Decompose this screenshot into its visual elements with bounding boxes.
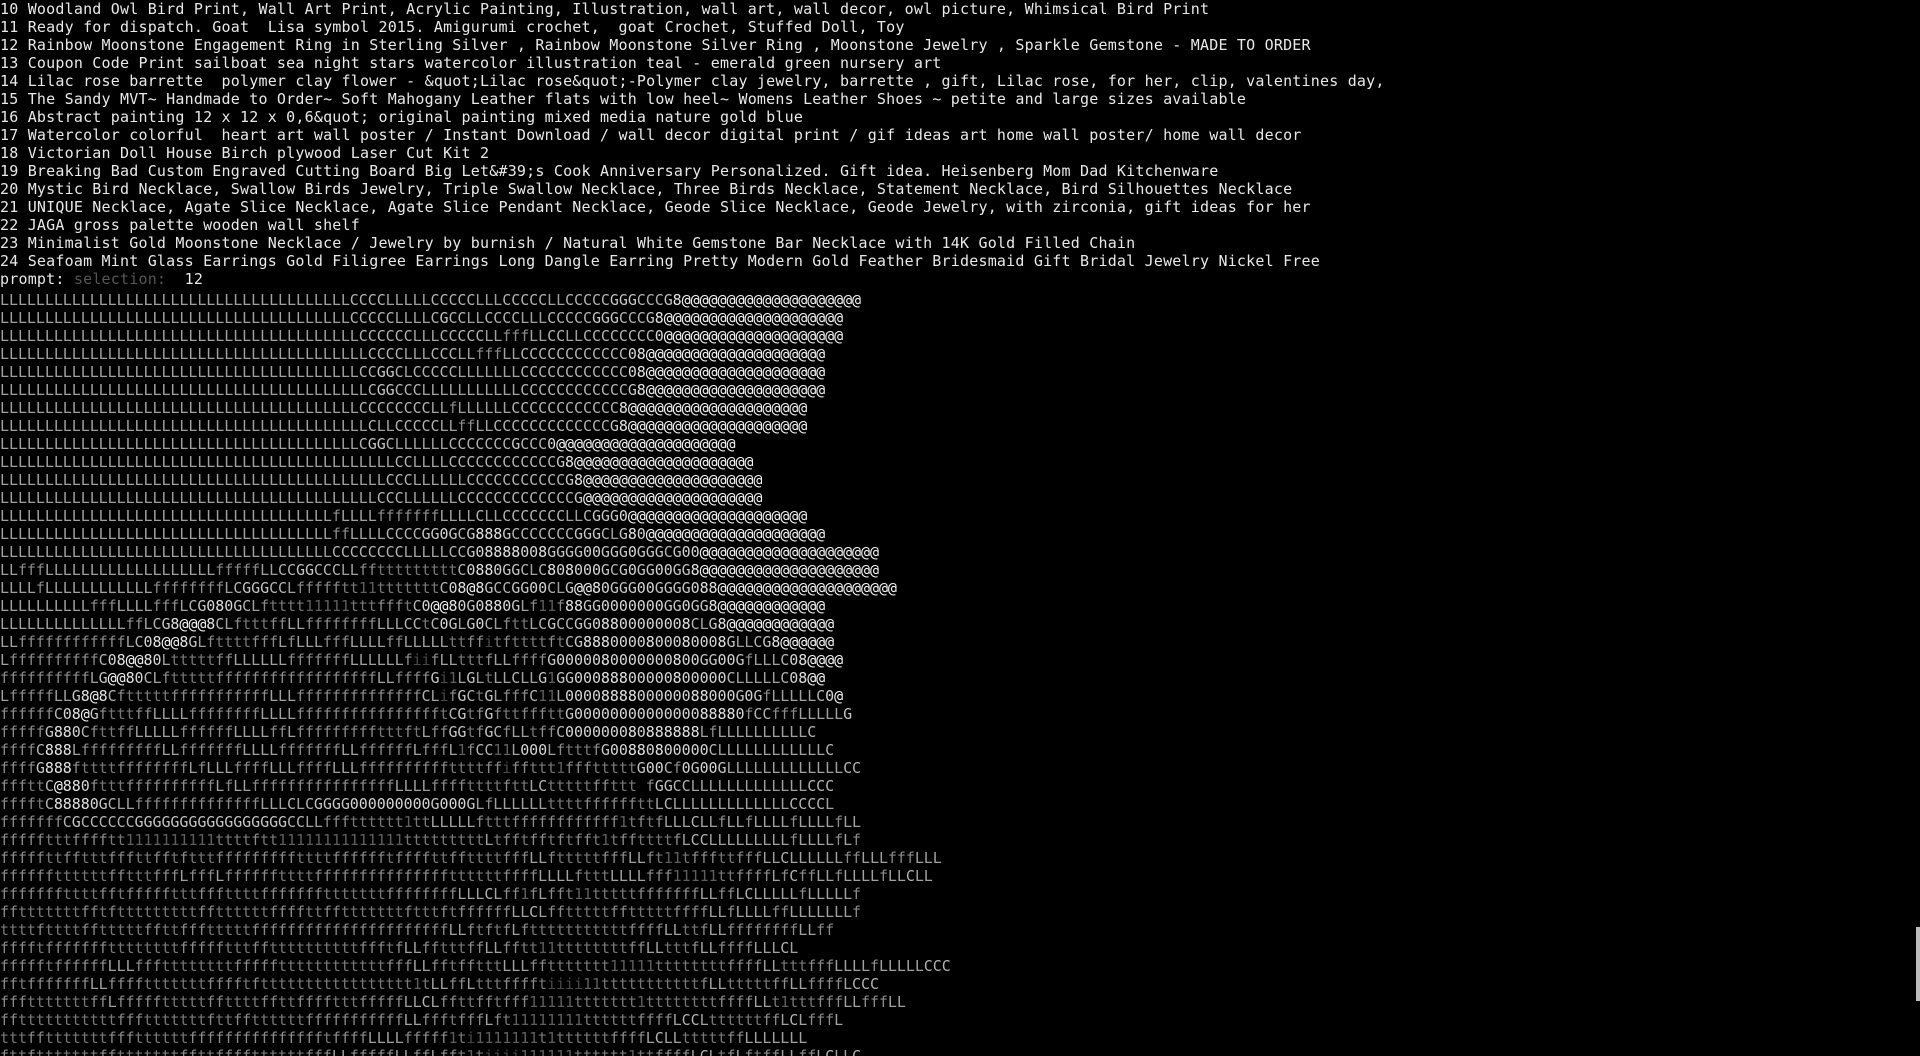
ascii-art-row: ffftttttttffLffffftttttffttttffttffffttt… bbox=[0, 993, 906, 1011]
result-line: 21 UNIQUE Necklace, Agate Slice Necklace… bbox=[0, 198, 1311, 216]
ascii-art-row: fffftfffffffttttttttffffftttfftttttttttt… bbox=[0, 939, 799, 957]
ascii-art-row: LLLLLLLLLLLLLLLLLLLLLLLLLLLLLLLLLLLLLCCC… bbox=[0, 543, 879, 561]
result-line: 15 The Sandy MVT~ Handmade to Order~ Sof… bbox=[0, 90, 1247, 108]
ascii-art-image: LLLLLLLLLLLLLLLLLLLLLLLLLLLLLLLLLLLLLLLC… bbox=[0, 291, 951, 1056]
ascii-art-row: fffffttfftttfffttfftftttfffffffffttttfff… bbox=[0, 849, 942, 867]
result-line: 12 Rainbow Moonstone Engagement Ring in … bbox=[0, 36, 1311, 54]
result-line: 18 Victorian Doll House Birch plywood La… bbox=[0, 144, 490, 162]
prompt-label: prompt: bbox=[0, 270, 65, 288]
ascii-art-row: fftttttttfftftttttttttffttttttffffttfftt… bbox=[0, 903, 861, 921]
ascii-art-row: fftfffffffLLfffftttttttfffftfttttttttttt… bbox=[0, 975, 879, 993]
ascii-art-row: LLLLLLLLLLLLLLLLLLLLLLLLLLLLLLLLLLLLLLLC… bbox=[0, 309, 844, 327]
ascii-art-row: LLLLLLLLLLLLLLLLLLLLLLLLLLLLLLLLLLLLLLLL… bbox=[0, 399, 808, 417]
ascii-art-row: LLffffffffffffLC08@@8GLfttttfffLfLLLfffL… bbox=[0, 633, 835, 651]
result-line: 14 Lilac rose barrette polymer clay flow… bbox=[0, 72, 1385, 90]
ascii-art-row: LLLLLLLLLLLLLLLLLLLLLLLLLLLLLLLLLLLLLLLL… bbox=[0, 327, 844, 345]
ascii-art-row: LLLLLLLLLLLLLLLLLLLLLLLLLLLLLLLLLLLLLLLL… bbox=[0, 417, 808, 435]
ascii-art-row: fftttttttttttffftttttttfttffttttttffffff… bbox=[0, 1011, 844, 1029]
ascii-art-row: LLLLLLLLLLLLLLLLLLLLLLLLLLLLLLLLLLLLLLLL… bbox=[0, 363, 826, 381]
ascii-art-row: LLLLLLLLLLLLLLLLLLLLLLLLLLLLLLLLLLLLLLLL… bbox=[0, 471, 763, 489]
ascii-art-row: tttfftttttttfffttttttffffffffffffffftfff… bbox=[0, 1029, 808, 1047]
ascii-art-row: LLLLLLLLLLLLLLLLLLLLLLLLLLLLLLLLLLLLLLLC… bbox=[0, 291, 861, 309]
result-line: 23 Minimalist Gold Moonstone Necklace / … bbox=[0, 234, 1136, 252]
ascii-art-row: ffffffttttttfftttfffLfffLffffffttttfffff… bbox=[0, 867, 933, 885]
result-line: 20 Mystic Bird Necklace, Swallow Birds J… bbox=[0, 180, 1293, 198]
ascii-art-row: LfffffLLG8@8CftttttfffffffffffLLLfffffff… bbox=[0, 687, 844, 705]
scrollbar-thumb[interactable] bbox=[1916, 927, 1920, 1001]
ascii-art-row: fffffffCGCCCCCCGGGGGGGGGGGGGGGGGCCLLffft… bbox=[0, 813, 861, 831]
result-line: 10 Woodland Owl Bird Print, Wall Art Pri… bbox=[0, 0, 1210, 18]
ascii-art-row: LLLLLLLLLLLLLLLLLLLLLLLLLLLLLLLLLLLLLfLL… bbox=[0, 507, 808, 525]
ascii-art-row: LLfffLLLLLLLLLLLLLLLLLLLfffffLLCCGGCCCLL… bbox=[0, 561, 879, 579]
ascii-art-row: fttftttttttfftttttttffttffffttttttfffLLf… bbox=[0, 1047, 861, 1056]
result-line: 16 Abstract painting 12 x 12 x 0,6&quot;… bbox=[0, 108, 804, 126]
result-line: 13 Coupon Code Print sailboat sea night … bbox=[0, 54, 942, 72]
ascii-art-row: ttttfttttfftttttffttffftttttffffffffffff… bbox=[0, 921, 835, 939]
ascii-art-row: LLLLLLLLLLLLLLLLLLLLLLLLLLLLLLLLLLLLLLLL… bbox=[0, 453, 754, 471]
ascii-art-row: LLLLLLLLLLLLLLffLCG8@@@8CLftttffLLffffff… bbox=[0, 615, 835, 633]
ascii-art-row: LLLLLLLLLLfffLLLLfffLCG080GCLftttt11111t… bbox=[0, 597, 826, 615]
ascii-art-row: ffffG888fttttffffffffLfLLLffffLLLffffLLL… bbox=[0, 759, 861, 777]
ascii-art-row: fffffffttttfftffffftttfffttttffffffftttt… bbox=[0, 885, 861, 903]
result-line: 19 Breaking Bad Custom Engraved Cutting … bbox=[0, 162, 1219, 180]
ascii-art-row: LLLLLLLLLLLLLLLLLLLLLLLLLLLLLLLLLLLLLLLL… bbox=[0, 435, 736, 453]
ascii-art-row: ffffffC08@GftttffLLLLffffffffLLLLfffffff… bbox=[0, 705, 853, 723]
ascii-art-row: fffffG880CfttffLLLLLffffffLLLLffLfffffff… bbox=[0, 723, 817, 741]
ascii-art-row: ffffftffffffLLLfffttttttttfffffttttttttt… bbox=[0, 957, 951, 975]
selection-input[interactable]: 12 bbox=[185, 270, 203, 288]
result-line: 22 JAGA gross palette wooden wall shelf bbox=[0, 216, 360, 234]
search-results-list: 10 Woodland Owl Bird Print, Wall Art Pri… bbox=[0, 0, 1920, 270]
ascii-art-row: fffttC@880ftttffffffffffLfLLffffffffffff… bbox=[0, 777, 835, 795]
ascii-art-row: LLLLLLLLLLLLLLLLLLLLLLLLLLLLLLLLLLLLLffL… bbox=[0, 525, 826, 543]
ascii-art-row: LffffffffffC08@@80LtttttffLLLLLLfffffffL… bbox=[0, 651, 844, 669]
result-line: 24 Seafoam Mint Glass Earrings Gold Fili… bbox=[0, 252, 1320, 270]
result-line: 17 Watercolor colorful heart art wall po… bbox=[0, 126, 1302, 144]
ascii-art-row: LLLLLLLLLLLLLLLLLLLLLLLLLLLLLLLLLLLLLLLL… bbox=[0, 381, 826, 399]
ascii-art-row: ffffC888LfffffffffLLfffffffLLLLfffffffLL… bbox=[0, 741, 835, 759]
ascii-art-row: ffffftttfffftt1111111111ttttftt111111111… bbox=[0, 831, 861, 849]
ascii-art-row: LLLLLLLLLLLLLLLLLLLLLLLLLLLLLLLLLLLLLLLL… bbox=[0, 345, 826, 363]
terminal-window[interactable]: 10 Woodland Owl Bird Print, Wall Art Pri… bbox=[0, 0, 1920, 1056]
selection-label: selection: bbox=[73, 270, 167, 288]
ascii-art-row: ffffffffffLG@@80CLftttttffffffffffffffff… bbox=[0, 669, 826, 687]
ascii-art-row: LLLLfLLLLLLLLLLLLffffffffLCGGGCCLffffftt… bbox=[0, 579, 897, 597]
prompt-line[interactable]: prompt: selection: 12 bbox=[0, 270, 1920, 288]
result-line: 11 Ready for dispatch. Goat Lisa symbol … bbox=[0, 18, 905, 36]
ascii-art-row: LLLLLLLLLLLLLLLLLLLLLLLLLLLLLLLLLLLLLLLL… bbox=[0, 489, 763, 507]
ascii-art-row: fffftC88880GCLLffffffffffffffLLLCLCGGGG0… bbox=[0, 795, 835, 813]
